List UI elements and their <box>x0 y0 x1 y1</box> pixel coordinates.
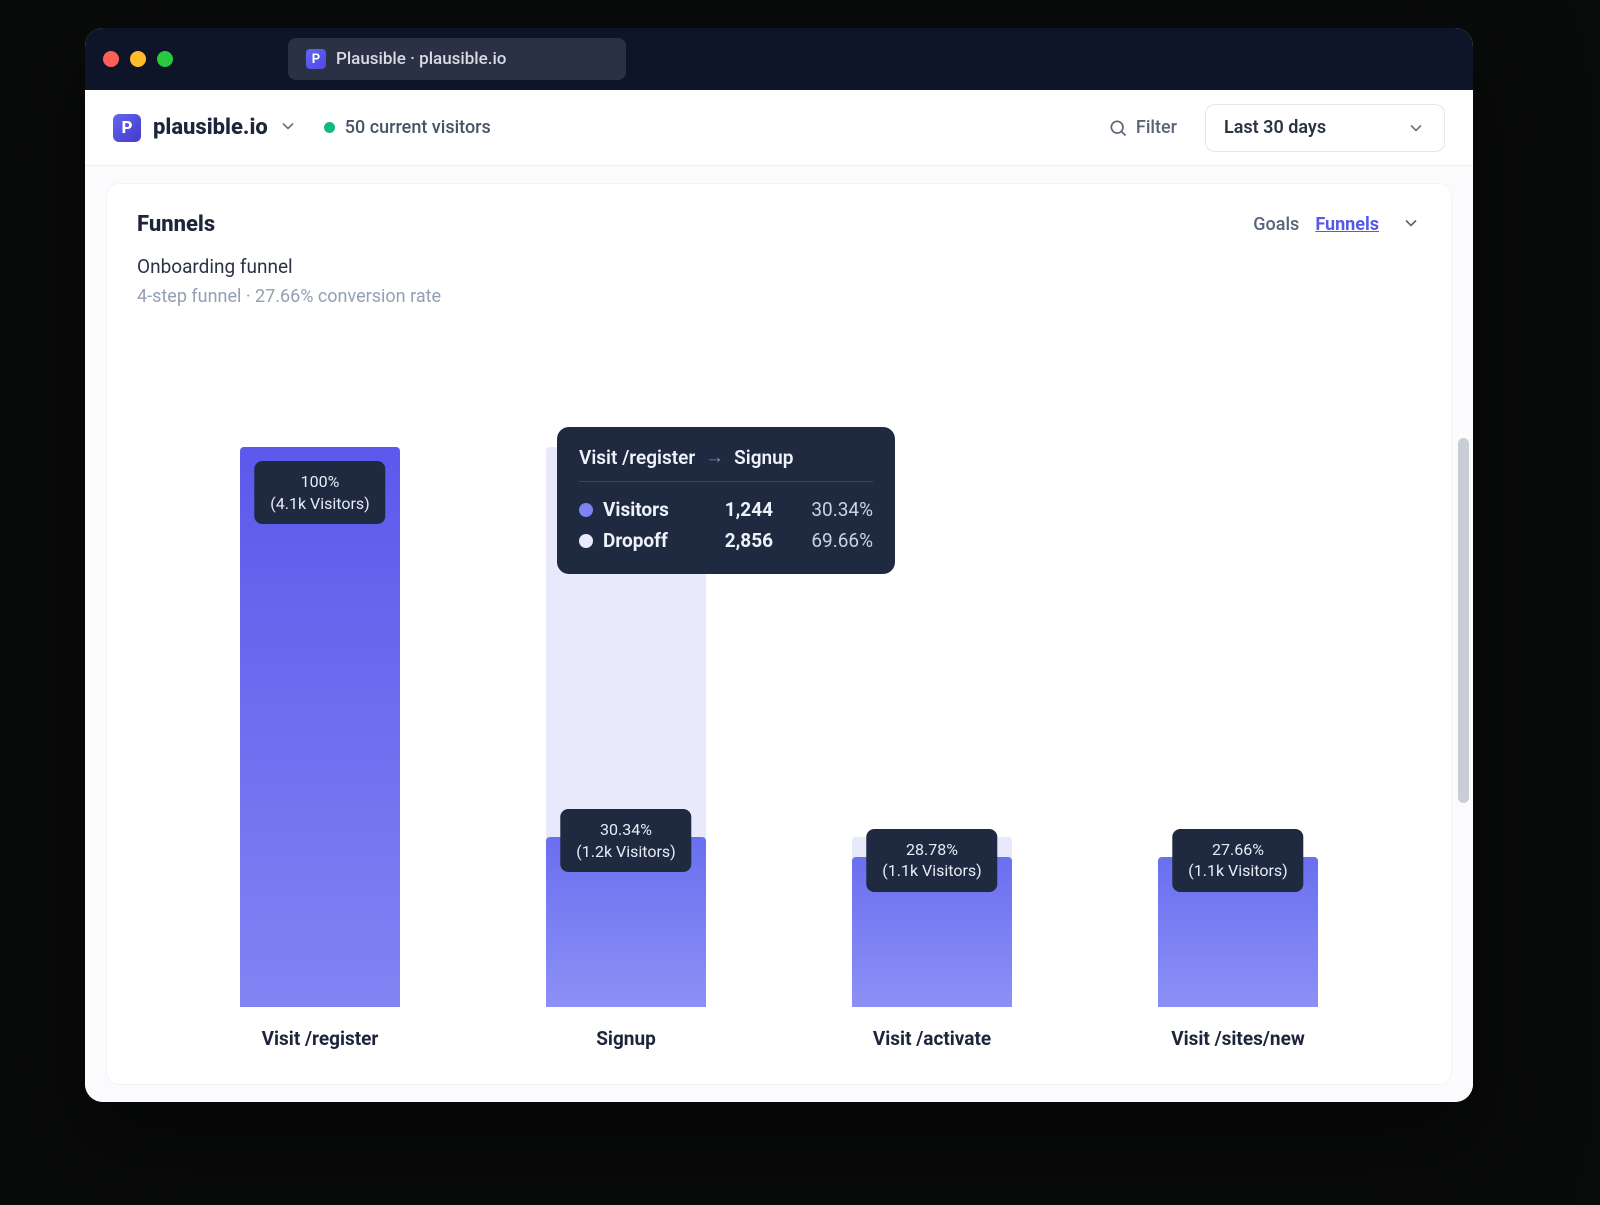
tooltip-row: Dropoff 2,856 69.66% <box>579 525 873 556</box>
bar-value-label: 28.78%(1.1k Visitors) <box>866 829 997 892</box>
view-goals-link[interactable]: Goals <box>1253 214 1299 235</box>
tooltip-row: Visitors 1,244 30.34% <box>579 494 873 525</box>
chart-column[interactable]: 100%(4.1k Visitors) Visit /register <box>167 447 473 1050</box>
arrow-right-icon: → <box>705 445 724 469</box>
close-window-button[interactable] <box>103 51 119 67</box>
tooltip-row-value: 1,244 <box>703 498 773 521</box>
page-body: P plausible.io 50 current visitors Filte… <box>85 90 1473 1102</box>
chevron-down-icon[interactable] <box>1401 213 1421 237</box>
plausible-logo-icon: P <box>113 114 141 142</box>
bar-value-label: 100%(4.1k Visitors) <box>254 461 385 524</box>
visitors-bar <box>240 447 400 1007</box>
site-name: plausible.io <box>153 115 268 140</box>
maximize-window-button[interactable] <box>157 51 173 67</box>
funnel-meta: 4-step funnel · 27.66% conversion rate <box>137 286 1421 307</box>
browser-window: P Plausible · plausible.io P plausible.i… <box>85 28 1473 1102</box>
funnel-chart: Visit /register → Signup Visitors 1,244 30… <box>137 307 1421 1050</box>
series-dot-icon <box>579 503 593 517</box>
tooltip-row-pct: 30.34% <box>783 498 873 521</box>
browser-tab[interactable]: P Plausible · plausible.io <box>288 38 626 80</box>
bar-wrap: 27.66%(1.1k Visitors) <box>1158 447 1318 1007</box>
live-status-dot-icon <box>324 122 335 133</box>
bar-value-label: 27.66%(1.1k Visitors) <box>1172 829 1303 892</box>
tooltip-row-label: Visitors <box>603 498 693 521</box>
view-funnels-link[interactable]: Funnels <box>1315 214 1379 235</box>
tab-favicon-icon: P <box>306 49 326 69</box>
tooltip-to: Signup <box>734 446 793 469</box>
axis-category-label: Visit /activate <box>873 1027 991 1050</box>
axis-category-label: Signup <box>596 1027 656 1050</box>
current-visitors[interactable]: 50 current visitors <box>345 117 491 138</box>
chevron-down-icon[interactable] <box>278 116 298 140</box>
tooltip-from: Visit /register <box>579 446 695 469</box>
titlebar: P Plausible · plausible.io <box>85 28 1473 90</box>
search-icon <box>1108 118 1128 138</box>
minimize-window-button[interactable] <box>130 51 146 67</box>
tooltip-row-pct: 69.66% <box>783 529 873 552</box>
scrollbar[interactable] <box>1458 438 1469 803</box>
card-header: Funnels Goals Funnels <box>137 212 1421 237</box>
tooltip-row-label: Dropoff <box>603 529 693 552</box>
bar-wrap: 100%(4.1k Visitors) <box>240 447 400 1007</box>
tab-title: Plausible · plausible.io <box>336 49 506 69</box>
tooltip-row-value: 2,856 <box>703 529 773 552</box>
traffic-lights <box>103 51 173 67</box>
filter-label: Filter <box>1136 117 1177 138</box>
date-range-value: Last 30 days <box>1224 117 1326 138</box>
series-dot-icon <box>579 534 593 548</box>
filter-button[interactable]: Filter <box>1094 109 1191 146</box>
chart-tooltip: Visit /register → Signup Visitors 1,244 30… <box>557 427 895 574</box>
axis-category-label: Visit /register <box>262 1027 379 1050</box>
card-title: Funnels <box>137 212 215 237</box>
top-toolbar: P plausible.io 50 current visitors Filte… <box>85 90 1473 166</box>
chevron-down-icon <box>1406 118 1426 138</box>
bar-value-label: 30.34%(1.2k Visitors) <box>560 809 691 872</box>
funnels-card: Funnels Goals Funnels Onboarding funnel … <box>107 184 1451 1084</box>
funnel-name: Onboarding funnel <box>137 255 1421 278</box>
chart-column[interactable]: 27.66%(1.1k Visitors) Visit /sites/new <box>1085 447 1391 1050</box>
date-range-select[interactable]: Last 30 days <box>1205 104 1445 152</box>
axis-category-label: Visit /sites/new <box>1171 1027 1305 1050</box>
